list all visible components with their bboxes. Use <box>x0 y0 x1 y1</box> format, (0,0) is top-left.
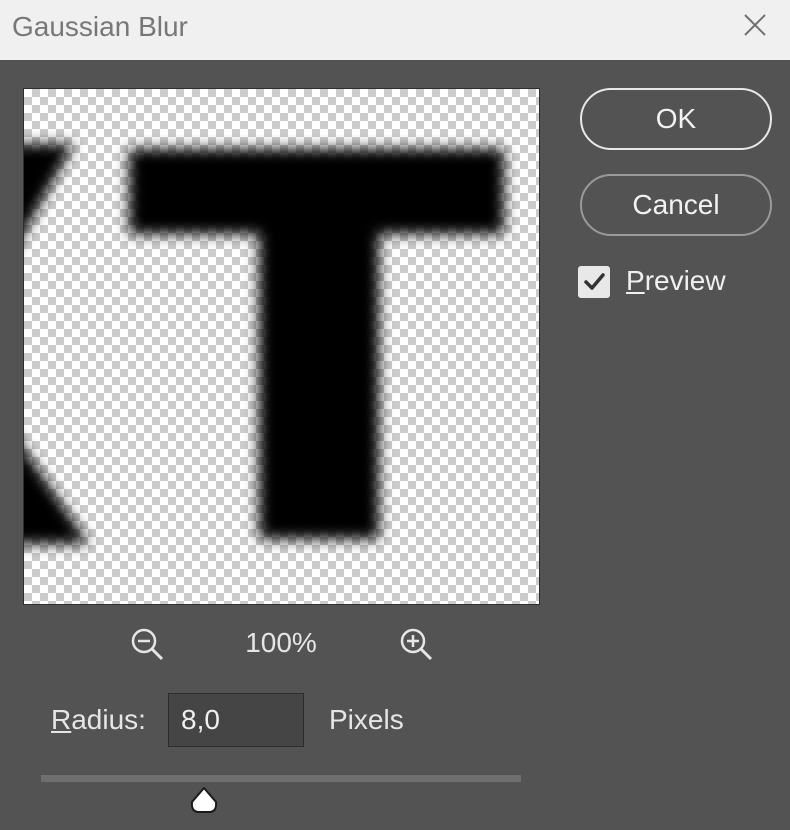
blur-preview[interactable] <box>23 88 540 605</box>
radius-slider-track[interactable] <box>41 775 521 782</box>
gaussian-blur-dialog: Gaussian Blur 100% Radius: 8,0 Pixels OK… <box>0 0 790 830</box>
close-icon[interactable] <box>740 10 770 40</box>
zoom-out-icon[interactable] <box>127 624 167 664</box>
radius-label: Radius: <box>51 704 146 735</box>
radius-slider-thumb[interactable] <box>189 785 219 815</box>
dialog-title: Gaussian Blur <box>12 11 188 42</box>
zoom-level: 100% <box>245 627 317 658</box>
preview-image <box>24 144 504 544</box>
title-bar: Gaussian Blur <box>0 0 790 60</box>
preview-checkbox[interactable] <box>578 266 610 298</box>
zoom-in-icon[interactable] <box>396 624 436 664</box>
ok-button[interactable]: OK <box>580 88 772 150</box>
cancel-button[interactable]: Cancel <box>580 174 772 236</box>
pixels-unit-label: Pixels <box>329 704 404 735</box>
checkmark-icon <box>584 273 605 290</box>
preview-checkbox-label[interactable]: Preview <box>626 264 726 298</box>
radius-input[interactable] <box>168 693 304 747</box>
